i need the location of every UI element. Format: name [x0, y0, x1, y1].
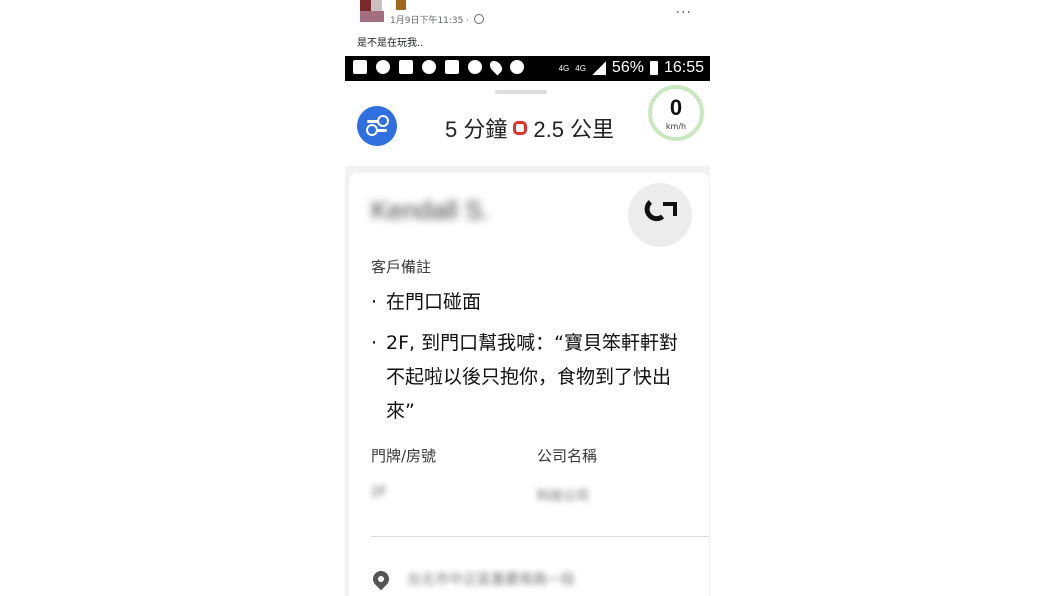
battery-icon	[649, 61, 658, 75]
post-caption: 是不是在玩我..	[357, 38, 424, 49]
call-button[interactable]	[628, 183, 692, 247]
company-value: 科技公司	[537, 489, 590, 504]
trip-header: 5 分鐘 2.5 公里 0 km/h	[345, 81, 710, 166]
door-value: 2F	[371, 485, 387, 500]
facebook-icon	[376, 60, 390, 74]
divider	[371, 536, 709, 537]
circle-icon	[422, 60, 436, 74]
clock: 16:55	[663, 59, 704, 76]
phone-icon	[639, 199, 665, 227]
location-pin-icon	[369, 567, 393, 591]
author-name[interactable]	[396, 0, 406, 10]
eta: 5 分鐘	[445, 117, 508, 142]
note-item: · 在門口碰面	[371, 291, 482, 313]
battery-level: 56%	[611, 59, 644, 76]
door-label: 門牌/房號	[371, 447, 437, 465]
network-type-2: 4G	[575, 63, 586, 73]
image-icon	[399, 60, 413, 74]
order-card: Kendall S. 客戶備註 · 在門口碰面 · 2F, 到門口幫我喊：“寶貝…	[349, 173, 709, 596]
more-options-button[interactable]: ...	[676, 1, 692, 17]
alarm-icon	[510, 60, 524, 74]
arrow-box-icon	[445, 60, 459, 74]
customer-name: Kendall S.	[371, 195, 490, 225]
network-type: 4G	[558, 63, 570, 73]
post-timestamp[interactable]: 1月9日下午11:35 ·	[390, 13, 484, 26]
distance: 2.5 公里	[533, 117, 615, 142]
speed-value: 0	[669, 95, 683, 120]
status-bar: 4G 4G 56% 16:55	[345, 56, 710, 81]
speed-unit: km/h	[665, 122, 687, 131]
messenger-icon	[468, 60, 482, 74]
location-icon	[487, 58, 505, 76]
avatar[interactable]	[360, 0, 384, 22]
delivery-address[interactable]: 台北市中正區重慶南路一段	[407, 569, 575, 589]
settings-toggle-button[interactable]	[357, 106, 397, 146]
phone-screenshot: 4G 4G 56% 16:55 5 分鐘 2.5 公里 0 km/h Kenda…	[345, 56, 710, 596]
signal-icon	[591, 61, 606, 75]
notes-label: 客戶備註	[371, 258, 432, 276]
restaurant-icon	[513, 121, 528, 135]
car-icon	[353, 60, 367, 74]
trip-summary: 5 分鐘 2.5 公里	[445, 112, 614, 144]
company-label: 公司名稱	[537, 447, 598, 465]
speedometer: 0 km/h	[648, 85, 704, 141]
drag-handle[interactable]	[495, 90, 547, 94]
globe-icon	[473, 14, 484, 24]
note-item: · 2F, 到門口幫我喊：“寶貝笨軒軒對不起啦以後只抱你，食物到了快出來”	[371, 332, 678, 422]
post-header: 1月9日下午11:35 · ...	[360, 0, 700, 30]
